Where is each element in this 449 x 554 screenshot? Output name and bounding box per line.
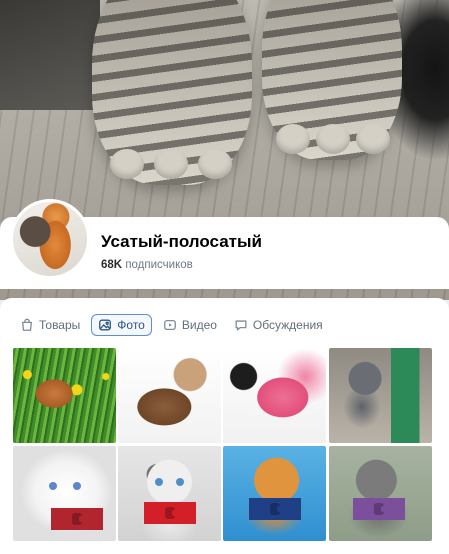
cover-cat-paw-right: [262, 0, 402, 160]
paw-toe: [316, 124, 350, 154]
group-name[interactable]: Усатый-полосатый: [101, 232, 262, 252]
video-play-icon: [163, 319, 176, 331]
bow-tie-knot: [270, 503, 280, 515]
tab-photos[interactable]: Фото: [91, 314, 152, 336]
tab-discussions[interactable]: Обсуждения: [228, 314, 329, 336]
bow-tie: [144, 502, 196, 524]
bow-tie: [353, 498, 405, 520]
cat-eye: [73, 482, 81, 490]
paw-toe: [276, 124, 310, 154]
bow-tie: [249, 498, 301, 520]
photo-thumbnail[interactable]: [13, 348, 116, 443]
shopping-bag-icon: [21, 318, 33, 331]
photo-thumbnail[interactable]: [223, 446, 326, 541]
cat-eye: [176, 478, 184, 486]
tab-discussions-label: Обсуждения: [252, 318, 323, 332]
chat-bubble-icon: [235, 320, 247, 331]
subscribers-label: подписчиков: [125, 259, 193, 271]
tab-videos-label: Видео: [181, 318, 217, 332]
tab-products[interactable]: Товары: [14, 314, 86, 336]
photo-thumbnail[interactable]: [329, 348, 432, 443]
tab-videos[interactable]: Видео: [157, 314, 223, 336]
cover-cat-paw-left: [92, 0, 252, 185]
bow-tie: [51, 508, 103, 530]
cat-eye: [155, 478, 163, 486]
bow-tie-knot: [374, 503, 384, 515]
paw-toe: [356, 124, 390, 154]
photo-thumbnail[interactable]: [13, 446, 116, 541]
photo-grid: [13, 348, 432, 541]
tab-products-label: Товары: [39, 318, 81, 332]
group-avatar[interactable]: [10, 199, 90, 279]
cover-wood-board: [0, 0, 100, 110]
photo-icon: [99, 319, 112, 331]
photo-thumbnail[interactable]: [223, 348, 326, 443]
paw-toe: [198, 149, 232, 179]
bow-tie-knot: [165, 507, 175, 519]
paw-toe: [154, 149, 188, 179]
bow-tie-knot: [72, 513, 82, 525]
tab-photos-label: Фото: [117, 318, 145, 332]
cat-eye: [49, 482, 57, 490]
photo-thumbnail[interactable]: [118, 348, 221, 443]
photo-thumbnail[interactable]: [118, 446, 221, 541]
subscribers-number: 68K: [101, 259, 123, 271]
paw-toe: [110, 149, 144, 179]
media-tabs: Товары Фото Видео Обсуждения: [14, 314, 334, 336]
subscribers-count[interactable]: 68K подписчиков: [101, 259, 193, 271]
photo-thumbnail[interactable]: [329, 446, 432, 541]
